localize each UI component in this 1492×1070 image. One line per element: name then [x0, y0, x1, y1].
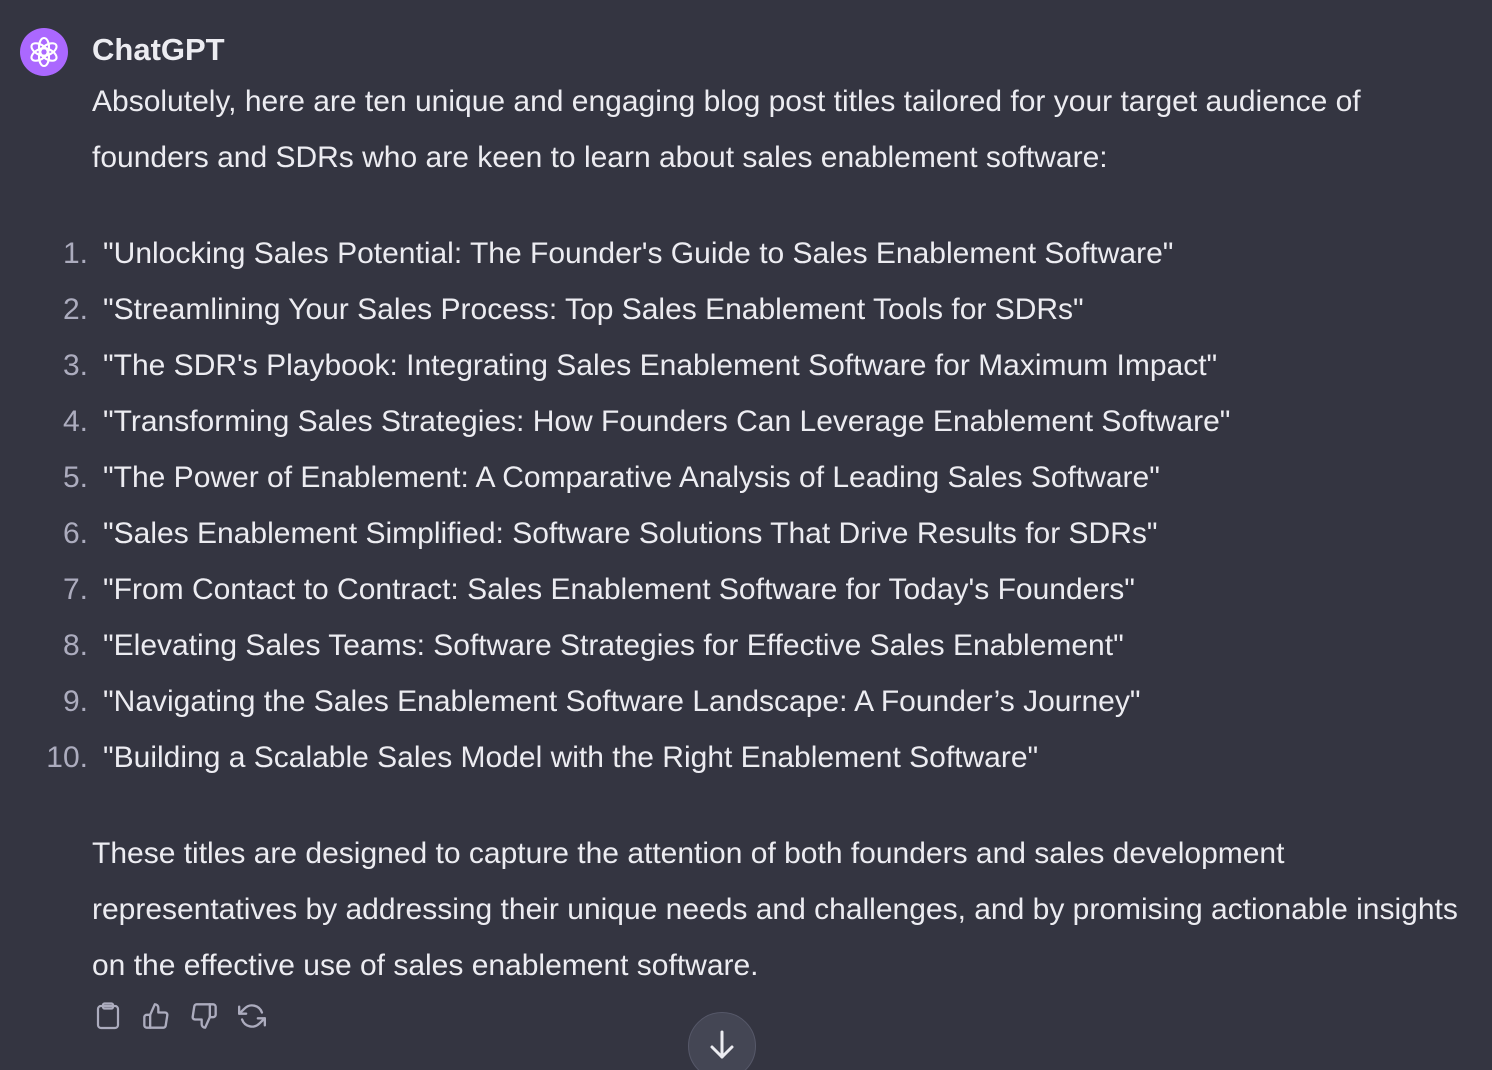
- chat-page: ChatGPT Absolutely, here are ten unique …: [0, 0, 1492, 1070]
- list-number: 5.: [62, 461, 88, 494]
- list-item: 7. "From Contact to Contract: Sales Enabl…: [63, 562, 1472, 618]
- list-number: 2.: [62, 293, 88, 326]
- list-number: 3.: [62, 349, 88, 382]
- list-item: 1. "Unlocking Sales Potential: The Founde…: [63, 226, 1472, 282]
- thumbs-up-icon: [143, 1003, 169, 1029]
- clipboard-icon: [96, 1002, 120, 1030]
- arrow-down-icon: [710, 1030, 734, 1059]
- list-item-text: "The SDR's Playbook: Integrating Sales E…: [103, 349, 1218, 382]
- list-item: 5. "The Power of Enablement: A Comparativ…: [63, 450, 1472, 506]
- regenerate-button[interactable]: [236, 998, 268, 1034]
- thumbs-down-button[interactable]: [188, 998, 220, 1034]
- assistant-message: Absolutely, here are ten unique and enga…: [46, 74, 1472, 994]
- list-item-text: "Transforming Sales Strategies: How Foun…: [103, 405, 1231, 438]
- list-item-text: "Streamlining Your Sales Process: Top Sa…: [103, 293, 1084, 326]
- message-author: ChatGPT: [92, 32, 225, 67]
- list-item-text: "Building a Scalable Sales Model with th…: [103, 741, 1039, 774]
- message-intro: Absolutely, here are ten unique and enga…: [92, 85, 1361, 174]
- list-number: 8.: [62, 629, 88, 662]
- list-item: 6. "Sales Enablement Simplified: Software…: [63, 506, 1472, 562]
- list-item-text: "From Contact to Contract: Sales Enablem…: [103, 573, 1135, 606]
- list-item-text: "Elevating Sales Teams: Software Strateg…: [103, 629, 1124, 662]
- list-number: 4.: [62, 405, 88, 438]
- thumbs-down-icon: [191, 1003, 217, 1029]
- list-item-text: "Sales Enablement Simplified: Software S…: [103, 517, 1158, 550]
- list-item: 8. "Elevating Sales Teams: Software Strat…: [63, 618, 1472, 674]
- list-item: 4. "Transforming Sales Strategies: How Fo…: [63, 394, 1472, 450]
- list-number: 10.: [46, 741, 88, 774]
- message-actions: [92, 998, 268, 1034]
- thumbs-up-button[interactable]: [140, 998, 172, 1034]
- assistant-avatar: [20, 28, 68, 76]
- list-item-text: "Unlocking Sales Potential: The Founder'…: [103, 237, 1174, 270]
- list-number: 6.: [62, 517, 88, 550]
- list-number: 7.: [62, 573, 88, 606]
- list-item: 3. "The SDR's Playbook: Integrating Sales…: [63, 338, 1472, 394]
- openai-logo-icon: [30, 36, 58, 68]
- copy-button[interactable]: [92, 998, 124, 1034]
- list-number: 9.: [62, 685, 88, 718]
- regenerate-icon: [238, 1004, 266, 1028]
- list-number: 1.: [62, 237, 88, 270]
- message-outro: These titles are designed to capture the…: [92, 837, 1458, 982]
- list-item: 10. "Building a Scalable Sales Model with…: [46, 730, 1472, 786]
- title-list: 1. "Unlocking Sales Potential: The Founde…: [46, 226, 1472, 786]
- list-item: 9. "Navigating the Sales Enablement Softw…: [63, 674, 1472, 730]
- list-item-text: "The Power of Enablement: A Comparative …: [103, 461, 1160, 494]
- scroll-to-bottom-button[interactable]: [688, 1012, 756, 1070]
- list-item-text: "Navigating the Sales Enablement Softwar…: [103, 685, 1141, 718]
- list-item: 2. "Streamlining Your Sales Process: Top …: [63, 282, 1472, 338]
